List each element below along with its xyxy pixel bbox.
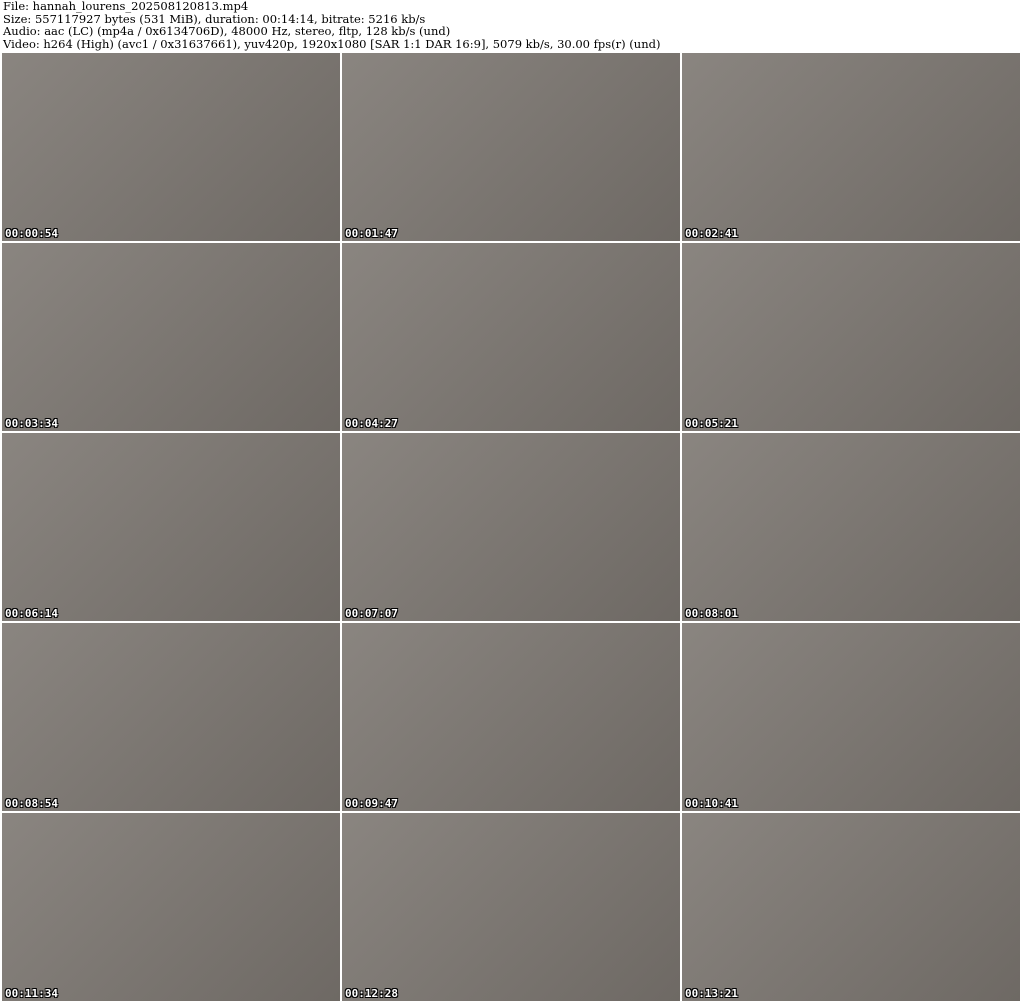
frame-timestamp: 00:11:34 — [5, 987, 58, 1000]
frame-timestamp: 00:03:34 — [5, 417, 58, 430]
frame-timestamp: 00:12:28 — [345, 987, 398, 1000]
frame-timestamp: 00:05:21 — [685, 417, 738, 430]
file-name: File: hannah_lourens_202508120813.mp4 — [3, 0, 249, 13]
thumbnail-frame: 00:05:21 — [682, 243, 1020, 431]
thumbnail-grid: 00:00:54 00:01:47 00:02:41 00:03:34 00:04:27… — [2, 53, 1020, 1001]
thumbnail-frame: 00:03:34 — [2, 243, 340, 431]
thumbnail-frame: 00:08:01 — [682, 433, 1020, 621]
thumbnail-frame: 00:08:54 — [2, 623, 340, 811]
video-info: Video: h264 (High) (avc1 / 0x31637661), … — [3, 37, 661, 52]
thumbnail-frame: 00:06:14 — [2, 433, 340, 621]
thumbnail-frame: 00:09:47 — [342, 623, 680, 811]
thumbnail-frame: 00:00:54 — [2, 53, 340, 241]
frame-timestamp: 00:07:07 — [345, 607, 398, 620]
thumbnail-frame: 00:01:47 — [342, 53, 680, 241]
thumbnail-frame: 00:12:28 — [342, 813, 680, 1001]
thumbnail-frame: 00:02:41 — [682, 53, 1020, 241]
thumbnail-frame: 00:10:41 — [682, 623, 1020, 811]
thumbnail-frame: 00:11:34 — [2, 813, 340, 1001]
frame-timestamp: 00:08:54 — [5, 797, 58, 810]
file-info-header: File: hannah_lourens_202508120813.mp4 Si… — [3, 0, 660, 51]
frame-timestamp: 00:10:41 — [685, 797, 738, 810]
frame-timestamp: 00:09:47 — [345, 797, 398, 810]
frame-timestamp: 00:06:14 — [5, 607, 58, 620]
thumbnail-frame: 00:07:07 — [342, 433, 680, 621]
frame-timestamp: 00:01:47 — [345, 227, 398, 240]
thumbnail-frame: 00:13:21 — [682, 813, 1020, 1001]
frame-timestamp: 00:13:21 — [685, 987, 738, 1000]
thumbnail-frame: 00:04:27 — [342, 243, 680, 431]
frame-timestamp: 00:04:27 — [345, 417, 398, 430]
frame-timestamp: 00:00:54 — [5, 227, 58, 240]
frame-timestamp: 00:02:41 — [685, 227, 738, 240]
frame-timestamp: 00:08:01 — [685, 607, 738, 620]
